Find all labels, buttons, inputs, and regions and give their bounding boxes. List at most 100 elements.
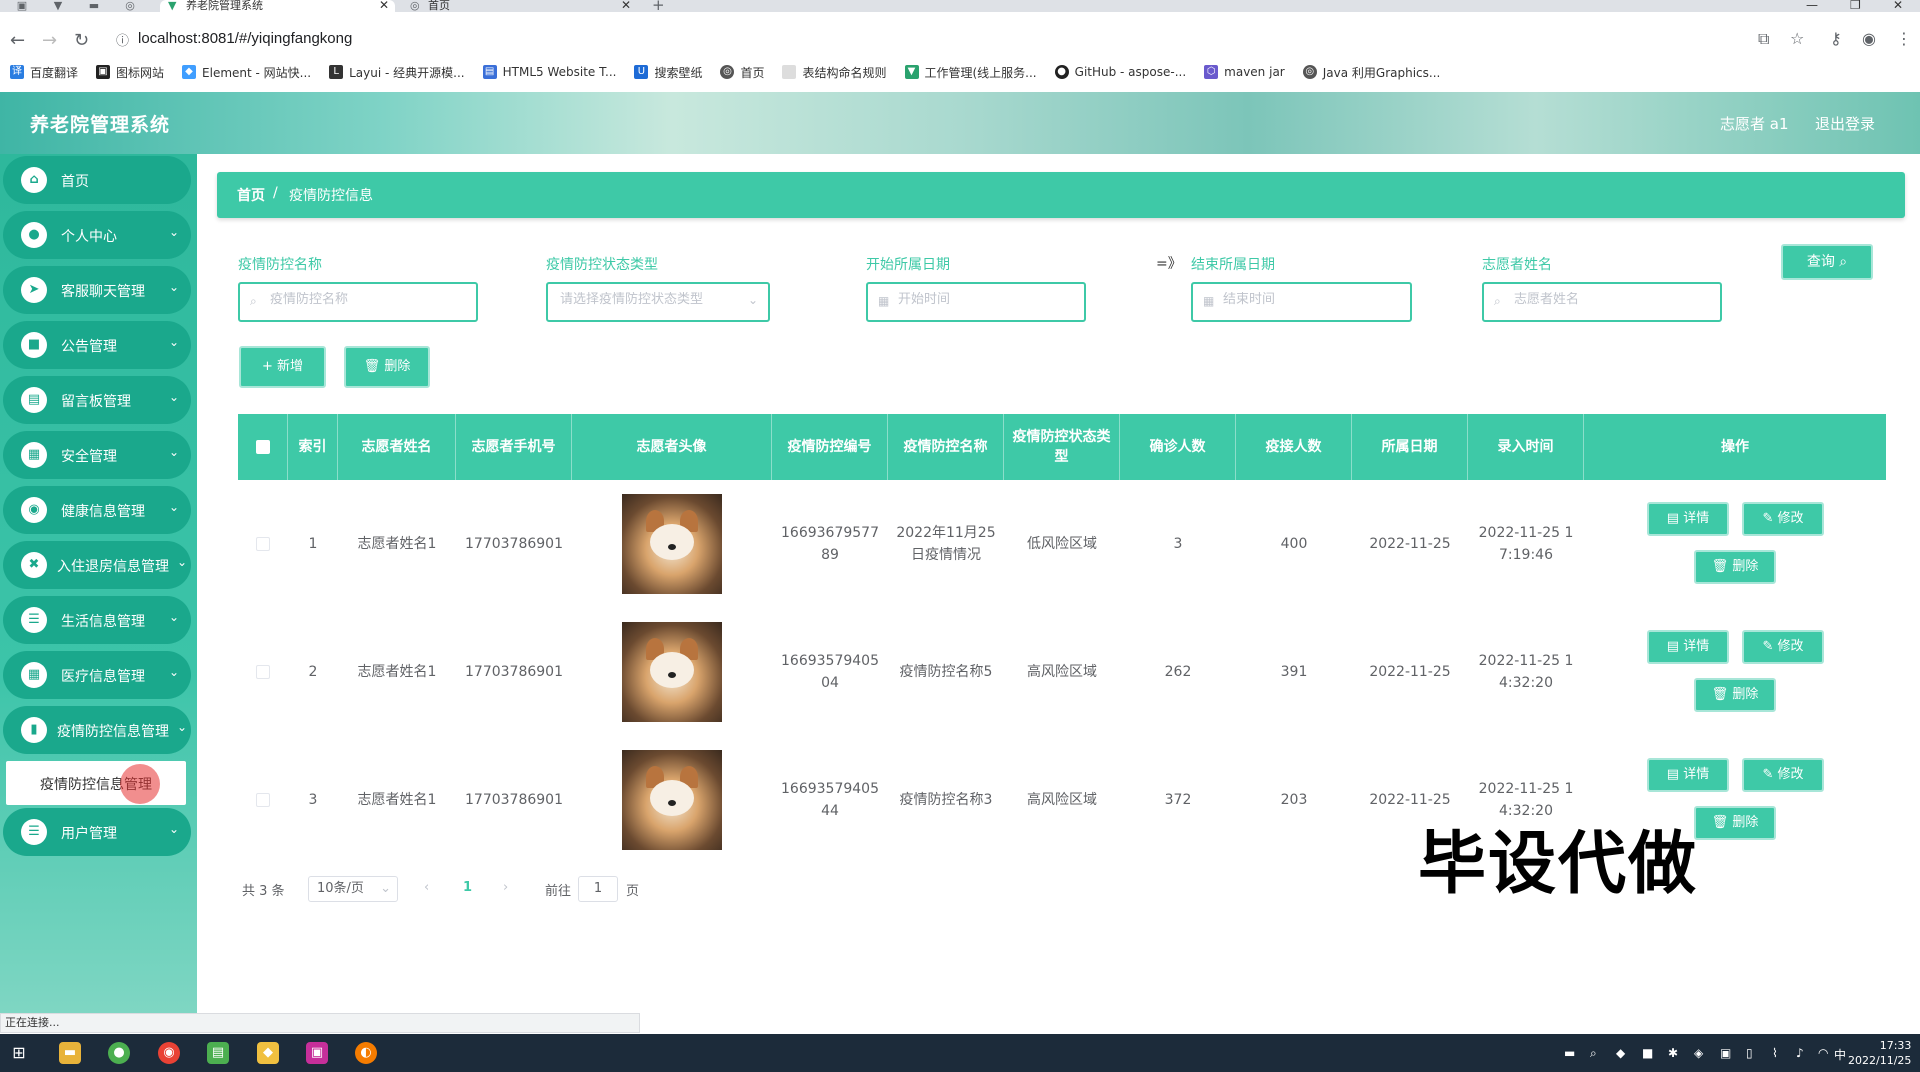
filter-start-date[interactable]: ▦ bbox=[866, 282, 1086, 322]
tray-icon[interactable]: ◈ bbox=[1694, 1046, 1703, 1060]
sidebar-item-message-board[interactable]: ▤ 留言板管理 ⌄ bbox=[3, 376, 191, 424]
page-size-select[interactable]: 10条/页 ⌄ bbox=[308, 876, 398, 902]
pinned-tab-4[interactable]: ◎ bbox=[116, 0, 144, 12]
sidebar-item-notice[interactable]: ■ 公告管理 ⌄ bbox=[3, 321, 191, 369]
sidebar-item-checkin[interactable]: ✖ 入住退房信息管理 ⌄ bbox=[3, 541, 191, 589]
sidebar-subitem-epidemic-info[interactable]: 疫情防控信息管理 bbox=[6, 761, 186, 805]
row-checkbox[interactable] bbox=[256, 665, 270, 679]
pinned-tab-3[interactable]: ▬ bbox=[80, 0, 108, 12]
tray-icon[interactable]: ▣ bbox=[1720, 1046, 1731, 1060]
back-icon[interactable]: ← bbox=[10, 30, 25, 51]
filter-type-select[interactable]: ⌄ bbox=[546, 282, 770, 322]
sidebar-item-users[interactable]: ☰ 用户管理 ⌄ bbox=[3, 808, 191, 856]
sidebar-item-health[interactable]: ◉ 健康信息管理 ⌄ bbox=[3, 486, 191, 534]
detail-button[interactable]: ▤ 详情 bbox=[1647, 758, 1729, 792]
star-icon[interactable]: ☆ bbox=[1790, 29, 1804, 48]
delete-button[interactable]: 🗑︎ 删除 bbox=[1694, 550, 1776, 584]
prev-page-icon[interactable]: ‹ bbox=[424, 880, 429, 895]
sidebar-item-security[interactable]: ▦ 安全管理 ⌄ bbox=[3, 431, 191, 479]
sidebar-item-chat[interactable]: ➤ 客服聊天管理 ⌄ bbox=[3, 266, 191, 314]
sidebar-item-home[interactable]: ⌂ 首页 bbox=[3, 156, 191, 204]
pinned-tab-1[interactable]: ▣ bbox=[8, 0, 36, 12]
window-close-icon[interactable]: ✕ bbox=[1893, 0, 1903, 11]
tab-home[interactable]: ◎ 首页 ✕ bbox=[402, 0, 637, 12]
minimize-icon[interactable]: — bbox=[1806, 0, 1818, 11]
filter-volunteer-field[interactable]: ⌕ bbox=[1482, 282, 1722, 322]
bookmark-item[interactable]: ● GitHub - aspose-... bbox=[1054, 65, 1186, 79]
row-checkbox[interactable] bbox=[256, 793, 270, 807]
filter-volunteer-input[interactable] bbox=[1514, 292, 1703, 307]
goto-page-input[interactable]: 1 bbox=[578, 876, 618, 902]
logout-link[interactable]: 退出登录 bbox=[1815, 113, 1875, 134]
bookmark-item[interactable]: U 搜索壁纸 bbox=[634, 64, 702, 81]
more-icon[interactable]: ⋮ bbox=[1896, 29, 1912, 48]
app-icon[interactable]: ▤ bbox=[207, 1042, 229, 1064]
batch-delete-button[interactable]: 🗑︎ 删除 bbox=[344, 346, 430, 388]
bookmark-item[interactable]: 译百度翻译 bbox=[10, 64, 78, 81]
app-icon[interactable]: ◐ bbox=[355, 1042, 377, 1064]
ime-indicator[interactable]: 中 bbox=[1834, 1046, 1846, 1063]
volume-icon[interactable]: ♪ bbox=[1796, 1046, 1804, 1060]
app-icon[interactable]: ● bbox=[108, 1042, 130, 1064]
reload-icon[interactable]: ↻ bbox=[74, 30, 89, 51]
info-icon[interactable]: ⓘ bbox=[116, 30, 129, 49]
tray-icon[interactable]: ■ bbox=[1642, 1046, 1653, 1060]
url-text[interactable]: localhost:8081/#/yiqingfangkong bbox=[138, 30, 352, 47]
tray-icon[interactable]: ⌕ bbox=[1590, 1046, 1597, 1061]
bookmark-item[interactable]: ◆ Element - 网站快... bbox=[182, 64, 311, 81]
windows-start-icon[interactable]: ⊞ bbox=[8, 1042, 30, 1064]
tray-icon[interactable]: ▬ bbox=[1564, 1046, 1575, 1060]
network-icon[interactable]: ⌇ bbox=[1772, 1046, 1778, 1060]
app-icon[interactable]: ◆ bbox=[257, 1042, 279, 1064]
query-button[interactable]: 查询 ⌕ bbox=[1781, 244, 1873, 280]
row-checkbox[interactable] bbox=[256, 537, 270, 551]
sidebar-item-profile[interactable]: ● 个人中心 ⌄ bbox=[3, 211, 191, 259]
next-page-icon[interactable]: › bbox=[503, 880, 508, 895]
sidebar-item-medical[interactable]: ▦ 医疗信息管理 ⌄ bbox=[3, 651, 191, 699]
breadcrumb-home[interactable]: 首页 bbox=[237, 185, 265, 205]
select-all-checkbox[interactable] bbox=[255, 440, 270, 454]
edit-button[interactable]: ✎ 修改 bbox=[1742, 758, 1824, 792]
pinned-tab-2[interactable]: ▼ bbox=[44, 0, 72, 12]
filter-start-input[interactable] bbox=[898, 292, 1071, 307]
tray-icon[interactable]: ◆ bbox=[1616, 1046, 1625, 1060]
bookmark-item[interactable]: ▣ 图标网站 bbox=[96, 64, 164, 81]
page-number-current[interactable]: 1 bbox=[463, 880, 472, 895]
detail-button[interactable]: ▤ 详情 bbox=[1647, 502, 1729, 536]
edit-button[interactable]: ✎ 修改 bbox=[1742, 630, 1824, 664]
translate-icon[interactable]: ⧉ bbox=[1758, 29, 1769, 49]
intellij-icon[interactable]: ▣ bbox=[306, 1042, 328, 1064]
bookmark-item[interactable]: ⬡ maven jar bbox=[1204, 65, 1285, 79]
new-tab-button[interactable]: + bbox=[652, 0, 665, 13]
tab-active[interactable]: ▼ 养老院管理系统 ✕ bbox=[160, 0, 395, 12]
sidebar-item-epidemic[interactable]: ▮ 疫情防控信息管理 ⌄ bbox=[3, 706, 191, 754]
bookmark-item[interactable]: ▤ HTML5 Website T... bbox=[482, 65, 616, 79]
key-icon[interactable]: ⚷ bbox=[1830, 29, 1842, 48]
detail-button[interactable]: ▤ 详情 bbox=[1647, 630, 1729, 664]
delete-button[interactable]: 🗑︎ 删除 bbox=[1694, 806, 1776, 840]
close-icon[interactable]: ✕ bbox=[379, 0, 389, 11]
tray-icon[interactable]: ✱ bbox=[1668, 1046, 1678, 1060]
filter-name-field[interactable]: ⌕ bbox=[238, 282, 478, 322]
wifi-icon[interactable]: ◠ bbox=[1818, 1046, 1828, 1060]
bookmark-item[interactable]: ▼ 工作管理(线上服务... bbox=[904, 64, 1037, 81]
chrome-icon[interactable]: ◉ bbox=[158, 1042, 180, 1064]
bookmark-item[interactable]: ◎ 首页 bbox=[720, 64, 764, 81]
filter-type-input[interactable] bbox=[560, 292, 736, 307]
explorer-icon[interactable]: ▬ bbox=[59, 1042, 81, 1064]
address-bar[interactable]: ⓘ localhost:8081/#/yiqingfangkong bbox=[108, 27, 1788, 53]
profile-icon[interactable]: ◉ bbox=[1862, 29, 1876, 48]
system-clock[interactable]: 17:33 2022/11/25 bbox=[1848, 1038, 1911, 1068]
delete-button[interactable]: 🗑︎ 删除 bbox=[1694, 678, 1776, 712]
filter-end-date[interactable]: ▦ bbox=[1191, 282, 1412, 322]
forward-icon[interactable]: → bbox=[42, 30, 57, 51]
sidebar-item-life[interactable]: ☰ 生活信息管理 ⌄ bbox=[3, 596, 191, 644]
filter-name-input[interactable] bbox=[270, 292, 459, 307]
edit-button[interactable]: ✎ 修改 bbox=[1742, 502, 1824, 536]
add-button[interactable]: + 新增 bbox=[239, 346, 326, 388]
bookmark-item[interactable]: ◎ Java 利用Graphics... bbox=[1302, 64, 1440, 81]
filter-end-input[interactable] bbox=[1223, 292, 1397, 307]
bookmark-item[interactable]: 表结构命名规则 bbox=[782, 64, 887, 81]
restore-icon[interactable]: ❐ bbox=[1850, 0, 1861, 11]
bookmark-item[interactable]: L Layui - 经典开源模... bbox=[329, 64, 465, 81]
